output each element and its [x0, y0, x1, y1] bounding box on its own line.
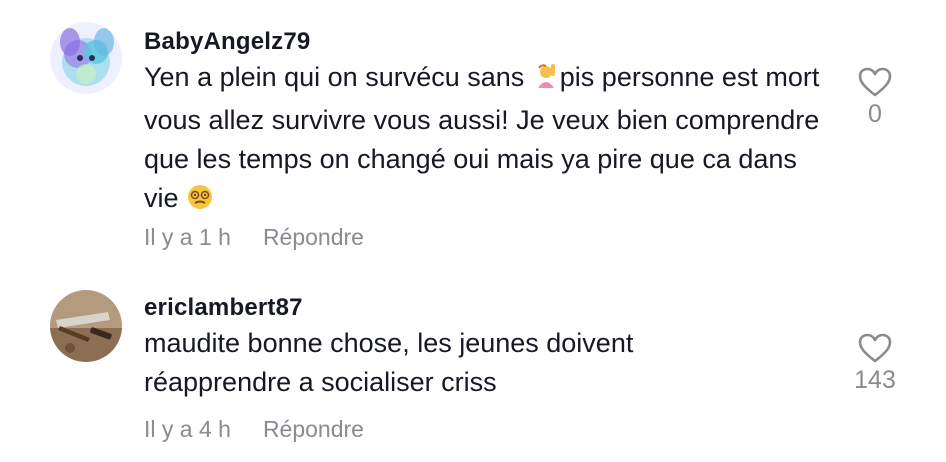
- reply-button[interactable]: Répondre: [263, 416, 364, 442]
- avatar[interactable]: [50, 290, 122, 362]
- like-button[interactable]: 0: [835, 66, 915, 129]
- dizzy-face-emoji: [186, 183, 214, 222]
- like-button[interactable]: 143: [835, 332, 915, 395]
- avatar[interactable]: [50, 22, 122, 94]
- comment-time: Il y a 4 h: [144, 416, 231, 442]
- heart-icon: [858, 333, 892, 363]
- comment-text-part: pis personne est: [559, 62, 758, 92]
- comment-item: BabyAngelz79 Yen a plein qui on survécu …: [0, 0, 946, 260]
- comment-meta: Il y a 1 h Répondre: [144, 224, 364, 251]
- comment-username[interactable]: BabyAngelz79: [144, 28, 310, 56]
- comment-username[interactable]: ericlambert87: [144, 294, 303, 322]
- comment-text: maudite bonne chose, les jeunes doivent …: [144, 328, 634, 397]
- reply-button[interactable]: Répondre: [263, 224, 364, 250]
- comment-time: Il y a 1 h: [144, 224, 231, 250]
- comment-text-part: Yen a plein qui on survécu sans: [144, 62, 532, 92]
- comment-text: Yen a plein qui on survécu sans pis pers…: [144, 58, 834, 222]
- like-count: 0: [868, 100, 882, 128]
- comment-meta: Il y a 4 h Répondre: [144, 416, 364, 443]
- comment-item: ericlambert87 maudite bonne chose, les j…: [0, 270, 946, 462]
- person-raising-hand-emoji: [532, 62, 560, 101]
- like-count: 143: [854, 366, 896, 394]
- heart-icon: [858, 67, 892, 97]
